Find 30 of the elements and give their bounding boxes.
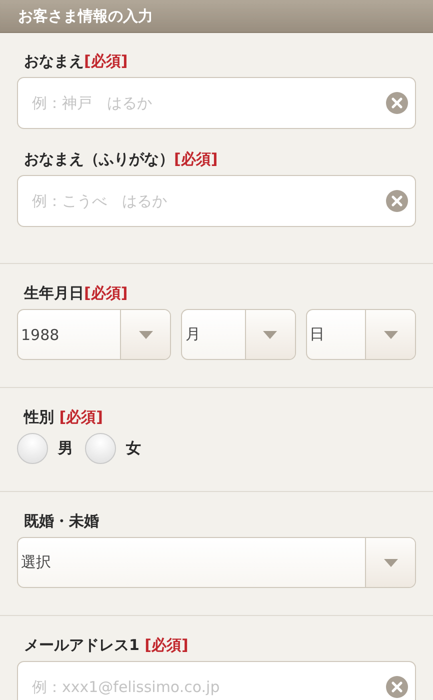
text-field[interactable]: 例：神戸 はるか [17,77,416,129]
text-field[interactable]: 例：xxx1@felissimo.co.jp [17,661,416,700]
clear-icon[interactable] [386,92,408,114]
field-label: おなまえ [24,52,84,70]
radio-label: 女 [126,439,141,458]
dropdown[interactable]: 1988 [17,309,172,360]
page-title: お客さま情報の入力 [18,6,153,26]
radio-label: 男 [58,439,73,458]
dropdown[interactable]: 月 [181,309,296,360]
caret-icon [384,330,398,338]
field-label: 性別 [24,408,55,426]
caret-icon [138,330,153,338]
field-label: メールアドレス1 [24,636,140,654]
clear-icon[interactable] [386,190,408,212]
dropdown[interactable]: 選択 [17,537,416,588]
field-label: おなまえ（ふりがな） [24,150,174,168]
required-mark: [必須] [144,636,188,654]
clear-icon[interactable] [386,676,408,698]
required-mark: [必須] [84,52,128,70]
required-mark: [必須] [59,408,103,426]
caret-icon [263,330,278,338]
radio-button[interactable] [17,433,48,464]
dropdown[interactable]: 日 [306,309,416,360]
field-label: 既婚・未婚 [24,512,99,530]
required-mark: [必須] [84,284,128,302]
text-field[interactable]: 例：こうべ はるか [17,175,416,227]
radio-button[interactable] [85,433,116,464]
required-mark: [必須] [174,150,218,168]
caret-icon [384,558,398,566]
field-label: 生年月日 [24,284,84,302]
